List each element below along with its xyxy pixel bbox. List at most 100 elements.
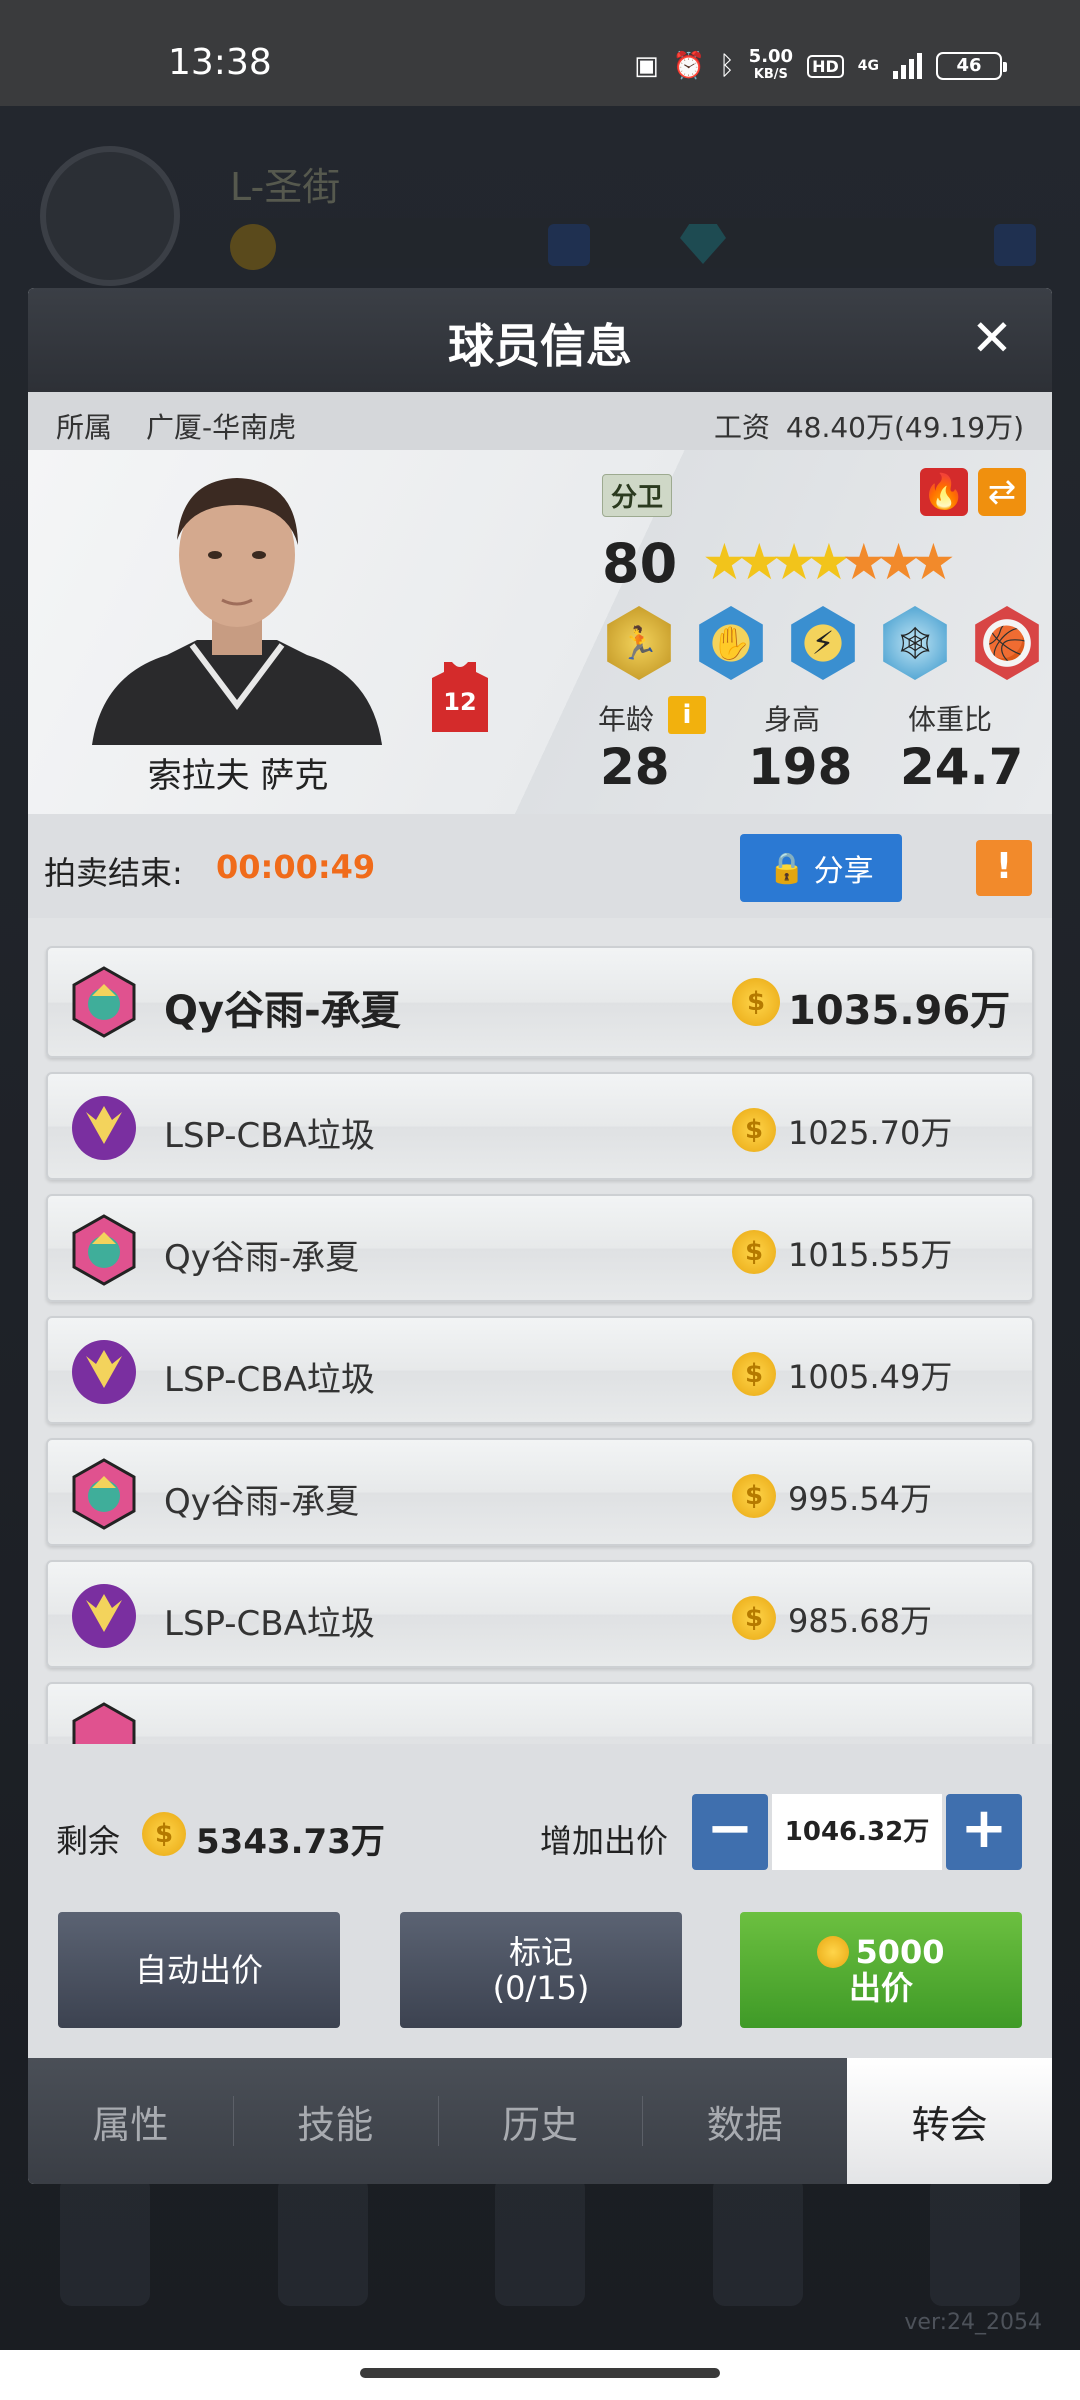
dunk-badge-icon[interactable]: ⚡ [791, 606, 855, 680]
coin-icon: $ [732, 1352, 776, 1396]
list-item-partial [46, 1682, 1034, 1744]
tab-skills[interactable]: 技能 [232, 2058, 438, 2184]
coin-icon: $ [732, 978, 780, 1026]
place-bid-button[interactable]: 5000 出价 [740, 1912, 1022, 2028]
bid-amount: 1005.49万 [788, 1358, 953, 1396]
bmi-value: 24.7 [900, 738, 1024, 796]
net-badge-icon[interactable]: 🕸 [883, 606, 947, 680]
list-item: Qy谷雨-承夏 $ 1015.55万 [46, 1194, 1034, 1302]
coin-icon: $ [732, 1230, 776, 1274]
age-value: 28 [600, 738, 670, 796]
height-value: 198 [748, 738, 853, 796]
bidder-name: Qy谷雨-承夏 [164, 1482, 360, 1522]
bid-amount-input[interactable]: 1046.32万 [772, 1794, 942, 1870]
nfc-icon: ▣ [634, 51, 659, 81]
dialog-tabs: 属性 技能 历史 数据 转会 [28, 2058, 1052, 2184]
bluetooth-icon: ᛒ [719, 51, 735, 81]
tab-data[interactable]: 数据 [642, 2058, 847, 2184]
coin-icon: $ [732, 1596, 776, 1640]
bid-stepper: − 1046.32万 + [692, 1794, 1022, 1874]
fire-icon[interactable]: 🔥 [920, 468, 968, 516]
player-info-dialog: 球员信息 ✕ 所属 广厦-华南虎 工资 48.40万(49.19万) 12 索拉… [28, 288, 1052, 2184]
bidder-name: Qy谷雨-承夏 [164, 988, 401, 1034]
bid-controls: 剩余 $ 5343.73万 增加出价 − 1046.32万 + 自动出价 标记 … [28, 1744, 1052, 2064]
status-bar: 13:38 ▣ ⏰ ᛒ 5.00 KB/S HD 4G 46 [0, 0, 1080, 106]
team-emblem-icon [72, 1458, 136, 1530]
status-time: 13:38 [168, 42, 272, 83]
team-emblem-icon [72, 1702, 136, 1744]
mark-count: (0/15) [492, 1969, 590, 2007]
signal-icon [893, 53, 922, 79]
mark-label: 标记 [508, 1933, 573, 1971]
bidder-name: Qy谷雨-承夏 [164, 1238, 360, 1278]
player-portrait [92, 478, 382, 745]
bid-amount: 995.54万 [788, 1480, 932, 1518]
place-bid-label: 出价 [848, 1969, 913, 2007]
coin-icon: $ [732, 1474, 776, 1518]
network-type: 4G [857, 58, 879, 74]
bg-currency-bar [230, 218, 1040, 268]
bid-amount: 1015.55万 [788, 1236, 953, 1274]
bid-cost: 5000 [855, 1933, 945, 1971]
bid-history-list: Qy谷雨-承夏 $ 1035.96万 LSP-CBA垃圾 $ 1025.70万 … [28, 918, 1052, 1744]
team-emblem-icon [72, 1340, 136, 1404]
lock-icon: 🔒 [768, 850, 806, 886]
auction-end-label: 拍卖结束: [44, 854, 183, 892]
jersey-icon: 12 [432, 662, 488, 732]
auto-bid-button[interactable]: 自动出价 [58, 1912, 340, 2028]
info-icon[interactable]: i [668, 696, 706, 734]
home-indicator[interactable] [360, 2368, 720, 2378]
increase-bid-button[interactable]: + [946, 1794, 1022, 1870]
remaining-value: 5343.73万 [196, 1822, 385, 1862]
team-salary-row: 所属 广厦-华南虎 工资 48.40万(49.19万) [28, 392, 1052, 450]
list-item: LSP-CBA垃圾 $ 1005.49万 [46, 1316, 1034, 1424]
skill-badges: 🏃 ✋ ⚡ 🕸 🏀 [602, 606, 1044, 680]
mark-button[interactable]: 标记 (0/15) [400, 1912, 682, 2028]
height-label: 身高 [764, 703, 821, 736]
bidder-name: LSP-CBA垃圾 [164, 1604, 375, 1644]
battery-icon: 46 [936, 52, 1007, 80]
list-item: LSP-CBA垃圾 $ 1025.70万 [46, 1072, 1034, 1180]
dialog-header: 球员信息 ✕ [28, 288, 1052, 392]
list-item: Qy谷雨-承夏 $ 1035.96万 [46, 946, 1034, 1058]
tab-history[interactable]: 历史 [437, 2058, 643, 2184]
coin-icon: $ [732, 1108, 776, 1152]
bmi-label: 体重比 [908, 703, 993, 736]
version-label: ver:24_2054 [904, 2310, 1042, 2335]
tab-transfer[interactable]: 转会 [847, 2058, 1052, 2184]
position-badge: 分卫 [602, 474, 673, 517]
player-card: 12 索拉夫 萨克 分卫 🔥 ⇄ 80 ★ ★ ★ ★ ★ ★ ★ 🏃 ✋ ⚡ … [28, 450, 1052, 814]
decrease-bid-button[interactable]: − [692, 1794, 768, 1870]
team-emblem-icon [72, 1214, 136, 1286]
alarm-icon: ⏰ [672, 51, 706, 81]
bg-player-name: L-圣街 [230, 165, 341, 209]
coin-icon [230, 224, 276, 270]
warning-icon[interactable]: ! [976, 840, 1032, 896]
auction-timer-row: 拍卖结束: 00:00:49 🔒 分享 ! [28, 814, 1052, 918]
bid-amount: 1025.70万 [788, 1114, 953, 1152]
tab-attributes[interactable]: 属性 [28, 2058, 233, 2184]
star-rating: ★ ★ ★ ★ ★ ★ ★ [702, 534, 956, 590]
increase-bid-label: 增加出价 [540, 1822, 669, 1860]
player-rating: 80 [602, 532, 678, 595]
list-item: LSP-CBA垃圾 $ 985.68万 [46, 1560, 1034, 1668]
network-speed: 5.00 KB/S [748, 46, 794, 83]
coin-icon [817, 1936, 850, 1968]
hd-icon: HD [807, 54, 844, 78]
defense-badge-icon[interactable]: 🏃 [607, 606, 671, 680]
player-name: 索拉夫 萨克 [147, 756, 329, 796]
remaining-label: 剩余 [56, 1822, 121, 1860]
swap-icon[interactable]: ⇄ [978, 468, 1026, 516]
svg-text:12: 12 [443, 688, 476, 716]
team-emblem-icon [72, 966, 136, 1038]
share-button[interactable]: 🔒 分享 [740, 834, 902, 902]
bid-amount: 985.68万 [788, 1602, 932, 1640]
dialog-title: 球员信息 [448, 319, 632, 373]
close-icon[interactable]: ✕ [962, 308, 1022, 368]
add-coins-button [548, 224, 590, 266]
ball-badge-icon[interactable]: 🏀 [975, 606, 1039, 680]
coin-icon: $ [142, 1812, 186, 1856]
add-gems-button [994, 224, 1036, 266]
shooting-badge-icon[interactable]: ✋ [699, 606, 763, 680]
auction-countdown: 00:00:49 [216, 848, 376, 886]
